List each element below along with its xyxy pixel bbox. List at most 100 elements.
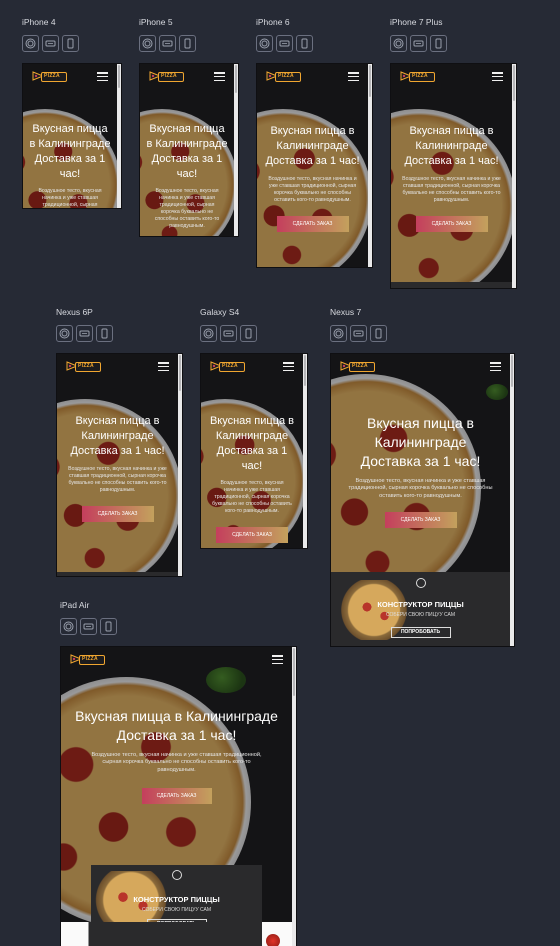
hero-title-line2: Доставка за 1 час! [265,154,360,167]
scrollbar-thumb[interactable] [179,355,181,391]
menu-icon[interactable] [283,362,294,371]
logo-text: PIZZA [352,363,368,369]
hero-title-line2: Доставка за 1 час! [34,152,106,180]
order-button[interactable]: СДЕЛАТЬ ЗАКАЗ [415,215,488,232]
device-preview-frame[interactable]: PIZZA Вкусная пицца в Калининграде Доставк… [56,353,183,577]
menu-icon[interactable] [214,72,225,81]
device-preview-frame[interactable]: PIZZA Вкусная пицца в Калининграде Доставк… [22,63,122,209]
landscape-view-button[interactable] [76,325,93,342]
landscape-view-button[interactable] [410,35,427,52]
watch-view-button[interactable] [200,325,217,342]
site-logo[interactable]: PIZZA [340,360,375,374]
scrollbar[interactable] [303,354,307,548]
landscape-view-button[interactable] [80,618,97,635]
watch-view-icon [259,38,270,49]
menu-icon[interactable] [490,362,501,371]
try-button[interactable]: ПОПРОБОВАТЬ [390,627,451,638]
portrait-view-icon [299,38,310,49]
scrollbar-thumb[interactable] [118,65,120,88]
site-logo[interactable]: PIZZA [210,360,245,374]
scrollbar[interactable] [178,354,182,576]
device-preview-frame[interactable]: PIZZA Вкусная пицца в Калининграде Доставк… [390,63,517,289]
tomato-image [266,934,280,946]
site-logo[interactable]: PIZZA [400,70,435,84]
portrait-view-button[interactable] [240,325,257,342]
watch-view-button[interactable] [139,35,156,52]
landscape-view-button[interactable] [220,325,237,342]
scrollbar[interactable] [510,354,514,646]
order-button[interactable]: СДЕЛАТЬ ЗАКАЗ [216,527,288,544]
menu-icon[interactable] [158,362,169,371]
watch-view-button[interactable] [22,35,39,52]
scrollbar-thumb[interactable] [369,65,371,97]
hero-title-line2: Доставка за 1 час! [404,154,499,167]
landscape-view-button[interactable] [42,35,59,52]
hero-description: Воздушное тесто, вкусная начинка и уже с… [91,751,262,773]
constructor-section: КОНСТРУКТОР ПИЦЦЫСОБЕРИ СВОЮ ПИЦУУ САМПО… [331,572,510,646]
device-preview-frame[interactable]: PIZZA Вкусная пицца в Калининграде Доставк… [139,63,239,237]
device-preview-frame[interactable]: PIZZA Вкусная пицца в Калининграде Доставк… [60,646,297,946]
watch-view-button[interactable] [60,618,77,635]
landscape-view-button[interactable] [350,325,367,342]
device-preview-frame[interactable]: PIZZA Вкусная пицца в Калининграде Доставк… [200,353,308,549]
scrollbar-thumb[interactable] [304,355,306,386]
portrait-view-icon [99,328,110,339]
device-preview-frame[interactable]: PIZZA Вкусная пицца в Калининграде Доставк… [330,353,515,647]
order-button[interactable]: СДЕЛАТЬ ЗАКАЗ [384,512,457,529]
order-button[interactable]: СДЕЛАТЬ ЗАКАЗ [276,215,349,232]
logo-text: PIZZA [161,73,177,79]
device-name: iPhone 6 [256,17,290,27]
order-button[interactable]: СДЕЛАТЬ ЗАКАЗ [141,788,212,805]
view-switcher [330,325,387,342]
device-name: Nexus 6P [56,307,93,317]
menu-icon[interactable] [97,72,108,81]
scrollbar[interactable] [368,64,372,267]
scrollbar[interactable] [234,64,238,236]
watch-view-button[interactable] [390,35,407,52]
portrait-view-button[interactable] [370,325,387,342]
site-logo[interactable]: PIZZA [66,360,101,374]
landscape-view-icon [353,328,364,339]
portrait-view-button[interactable] [62,35,79,52]
landscape-view-icon [162,38,173,49]
watch-view-icon [142,38,153,49]
portrait-view-button[interactable] [296,35,313,52]
constructor-section: КОНСТРУКТОР ПИЦЦЫСОБЕРИ СВОЮ ПИЦУУ САМПО… [391,282,512,288]
hero-section: Вкусная пицца в Калининграде Доставка за … [61,707,292,805]
portrait-view-button[interactable] [430,35,447,52]
portrait-view-button[interactable] [179,35,196,52]
order-button[interactable]: СДЕЛАТЬ ЗАКАЗ [81,505,154,522]
scrollbar[interactable] [292,647,296,946]
watch-view-button[interactable] [330,325,347,342]
scrollbar[interactable] [117,64,121,208]
constructor-title: КОНСТРУКТОР ПИЦЦЫ [377,600,464,609]
portrait-view-button[interactable] [100,618,117,635]
constructor-subtitle: СОБЕРИ СВОЮ ПИЦУУ САМ [141,907,212,913]
landscape-view-button[interactable] [276,35,293,52]
site-logo[interactable]: PIZZA [149,70,184,84]
hero-title-line1: Вкусная пицца в Калининграде [29,123,111,150]
site-logo[interactable]: PIZZA [266,70,301,84]
scrollbar[interactable] [512,64,516,288]
watch-view-button[interactable] [256,35,273,52]
watch-view-button[interactable] [56,325,73,342]
scrollbar-thumb[interactable] [513,65,515,101]
portrait-view-icon [373,328,384,339]
view-switcher [200,325,257,342]
menu-icon[interactable] [348,72,359,81]
hero-title-line2: Доставка за 1 час! [116,726,237,743]
site-logo[interactable]: PIZZA [32,70,67,84]
scrollbar-thumb[interactable] [511,355,513,387]
landscape-view-button[interactable] [159,35,176,52]
hero-title-line2: Доставка за 1 час! [360,452,481,469]
view-switcher [60,618,117,635]
site-logo[interactable]: PIZZA [70,653,105,667]
scrollbar-thumb[interactable] [293,648,295,696]
menu-icon[interactable] [272,655,283,664]
device-preview-frame[interactable]: PIZZA Вкусная пицца в Калининграде Доставк… [256,63,373,268]
menu-icon[interactable] [492,72,503,81]
hero-title-line1: Вкусная пицца в Калининграде [146,123,228,150]
portrait-view-icon [243,328,254,339]
scrollbar-thumb[interactable] [235,65,237,93]
portrait-view-button[interactable] [96,325,113,342]
